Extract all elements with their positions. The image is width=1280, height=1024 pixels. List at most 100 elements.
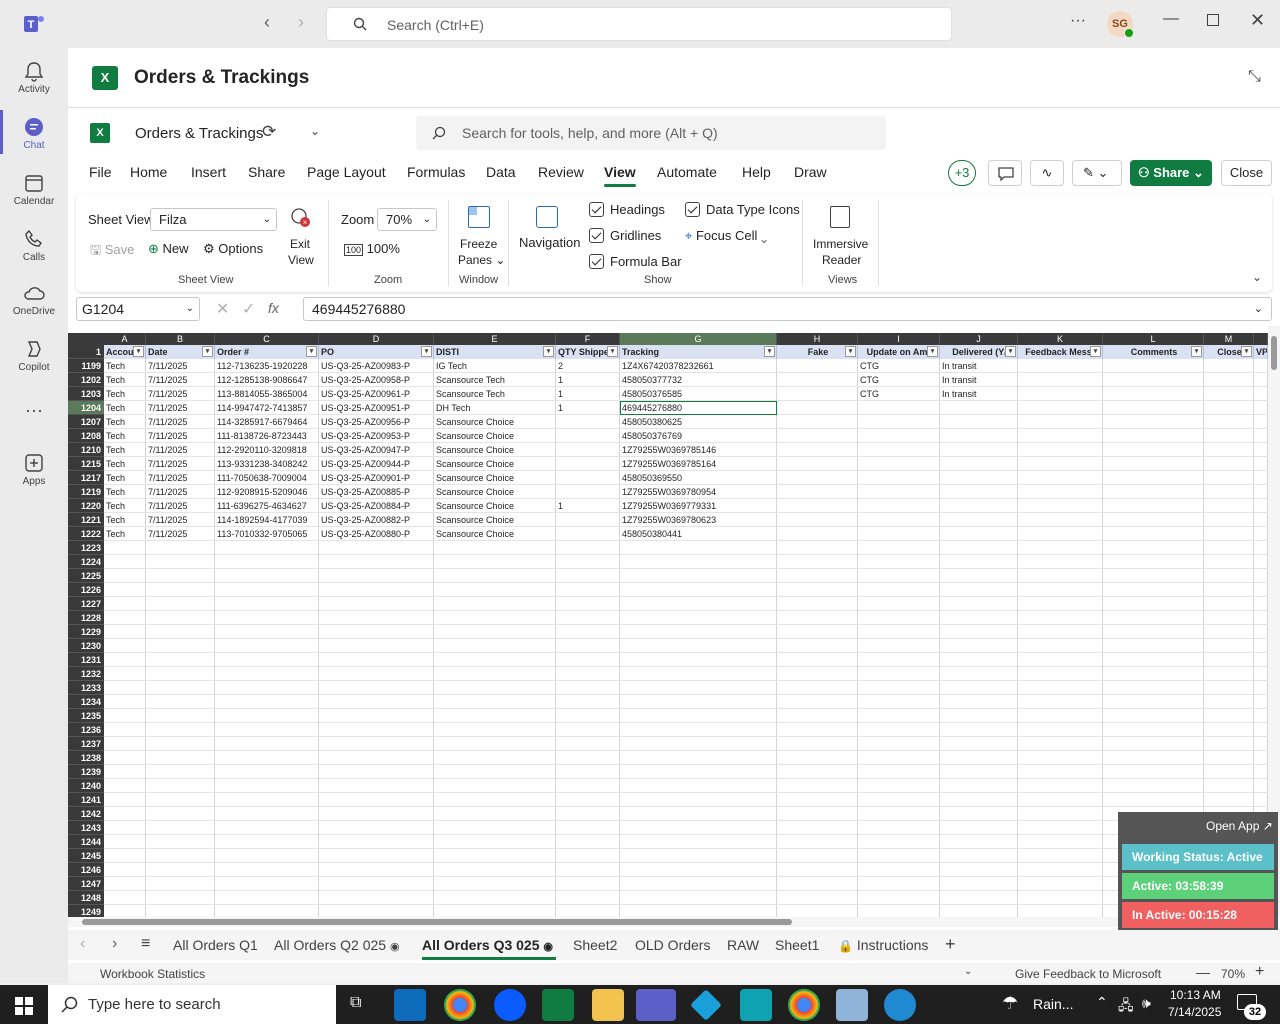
table-cell[interactable]: US-Q3-25-AZ00961-P [319,387,434,401]
table-cell[interactable]: Tech [104,513,146,527]
chevron-down-icon[interactable]: ⌄ [964,966,972,977]
zoom-in-icon[interactable]: + [1255,963,1264,981]
select-all-corner[interactable] [68,333,104,345]
tab-formulas[interactable]: Formulas [407,164,465,180]
table-cell[interactable]: US-Q3-25-AZ00947-P [319,443,434,457]
column-header-extra[interactable] [1254,333,1268,345]
next-sheet-icon[interactable]: › [112,935,117,953]
scrollbar-thumb[interactable] [1271,336,1277,370]
table-cell[interactable]: Tech [104,499,146,513]
table-cell[interactable]: 7/11/2025 [146,387,215,401]
network-icon[interactable]: 🖧 [1118,995,1134,1019]
table-cell[interactable]: 1 [556,499,620,513]
all-sheets-icon[interactable]: ≡ [141,935,150,953]
table-header-cell[interactable]: VP [1254,345,1268,359]
table-cell[interactable]: 7/11/2025 [146,527,215,541]
outlook-icon[interactable] [394,989,426,1021]
table-cell[interactable]: 7/11/2025 [146,457,215,471]
teams-logo-icon[interactable]: T [22,12,46,36]
enter-formula-icon[interactable]: ✓ [242,299,255,319]
weather-icon[interactable]: ☂ [1002,993,1018,1014]
tab-home[interactable]: Home [130,164,167,180]
scrollbar-thumb[interactable] [82,919,792,925]
app-s-icon[interactable] [740,989,772,1021]
table-cell[interactable]: 458050380625 [620,415,777,429]
search-box[interactable]: Search (Ctrl+E) [326,7,952,41]
table-cell[interactable]: In transit [940,359,1018,373]
zoom-dropdown[interactable]: 70% ⌄ [377,208,437,231]
chrome-icon[interactable] [444,989,476,1021]
column-header-h[interactable]: H [777,333,858,345]
table-header-cell[interactable]: Feedback Messa ▾ [1018,345,1103,359]
table-header-cell[interactable]: Comments ▾ [1103,345,1204,359]
table-cell[interactable]: US-Q3-25-AZ00956-P [319,415,434,429]
formula-input[interactable]: 469445276880 ⌄ [303,297,1272,321]
teams-taskbar-icon[interactable] [636,989,676,1021]
table-cell[interactable]: US-Q3-25-AZ00885-P [319,485,434,499]
rail-activity[interactable]: Activity [0,56,68,112]
row-number[interactable]: 1234 [68,695,104,709]
filter-dropdown-icon[interactable]: ▾ [202,346,213,357]
table-cell[interactable]: 1 [556,373,620,387]
name-box[interactable]: G1204 ⌄ [76,297,200,321]
sheet-tab-q3[interactable]: All Orders Q3 025 ◉ [422,937,553,953]
column-header-g[interactable]: G [620,333,777,345]
zoom-100-button[interactable]: 100 100% [344,241,400,256]
table-header-cell[interactable]: Tracking ▾ [620,345,777,359]
rail-more[interactable]: ··· [0,400,68,424]
table-cell[interactable]: 111-7050638-7009004 [215,471,319,485]
spreadsheet-grid[interactable]: A Accou ▾ B Date ▾ C Order # ▾ D PO ▾ E DISTI ▾ F QTY Sh… [68,333,1268,917]
sheet-tab-q2[interactable]: All Orders Q2 025 ◉ [274,937,400,953]
tab-help[interactable]: Help [742,164,771,180]
table-cell[interactable]: DH Tech [434,401,556,415]
table-cell[interactable]: Tech [104,387,146,401]
table-cell[interactable]: CTG [858,387,940,401]
row-number[interactable]: 1242 [68,807,104,821]
row-number[interactable]: 1215 [68,457,104,471]
table-cell[interactable]: 458050369550 [620,471,777,485]
table-cell[interactable]: 111-8138726-8723443 [215,429,319,443]
row-number[interactable]: 1 [68,345,104,359]
filter-dropdown-icon[interactable]: ▾ [421,346,432,357]
table-cell[interactable]: Tech [104,429,146,443]
row-number[interactable]: 1223 [68,541,104,555]
tools-search-box[interactable]: Search for tools, help, and more (Alt + … [416,116,886,150]
column-header-a[interactable]: A [104,333,146,345]
row-number[interactable]: 1231 [68,653,104,667]
tab-file[interactable]: File [89,164,112,180]
row-number[interactable]: 1202 [68,373,104,387]
table-cell[interactable]: 113-7010332-9705065 [215,527,319,541]
filter-dropdown-icon[interactable]: ▾ [764,346,775,357]
table-cell[interactable]: 458050376769 [620,429,777,443]
add-sheet-icon[interactable]: + [945,934,956,955]
chrome-profile-icon[interactable] [788,989,820,1021]
activity-button[interactable]: ∿ [1030,160,1064,186]
filter-dropdown-icon[interactable]: ▾ [607,346,618,357]
zoom-app-icon[interactable] [494,989,526,1021]
table-cell[interactable]: US-Q3-25-AZ00880-P [319,527,434,541]
row-number[interactable]: 1236 [68,723,104,737]
sheet-tab-q1[interactable]: All Orders Q1 [173,937,258,953]
restore-icon[interactable] [1207,14,1219,26]
table-cell[interactable]: 7/11/2025 [146,513,215,527]
filter-dropdown-icon[interactable]: ▾ [1241,346,1252,357]
row-number[interactable]: 1237 [68,737,104,751]
filter-dropdown-icon[interactable]: ▾ [543,346,554,357]
rail-apps[interactable]: Apps [0,448,68,504]
table-cell[interactable]: In transit [940,373,1018,387]
sheet-view-options-button[interactable]: ⚙ Options [203,241,263,257]
sheet-view-dropdown[interactable]: Filza ⌄ [150,208,277,231]
filter-dropdown-icon[interactable]: ▾ [1090,346,1101,357]
table-cell[interactable]: 7/11/2025 [146,499,215,513]
table-cell[interactable]: Scansource Tech [434,373,556,387]
sheet-tab-instructions[interactable]: 🔒 Instructions [838,937,928,953]
filter-dropdown-icon[interactable]: ▾ [1005,346,1016,357]
row-number[interactable]: 1217 [68,471,104,485]
table-cell[interactable]: Tech [104,373,146,387]
row-number[interactable]: 1248 [68,891,104,905]
filter-dropdown-icon[interactable]: ▾ [927,346,938,357]
table-cell[interactable]: CTG [858,359,940,373]
table-cell[interactable]: US-Q3-25-AZ00951-P [319,401,434,415]
ribbon-expand-icon[interactable]: ⌄ [1252,270,1262,284]
file-explorer-icon[interactable] [592,989,624,1021]
